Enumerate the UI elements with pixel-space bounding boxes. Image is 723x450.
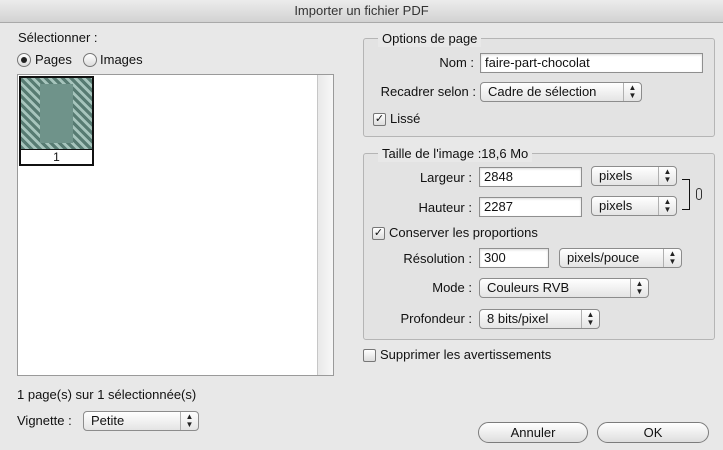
radio-pages-label[interactable]: Pages xyxy=(35,51,72,69)
thumbnail-size-value: Petite xyxy=(91,413,125,428)
page-thumbnail-selected[interactable]: 1 xyxy=(19,76,94,166)
name-label: Nom : xyxy=(439,55,474,70)
depth-select[interactable]: 8 bits/pixel ▲ ▼ xyxy=(479,309,600,329)
popup-arrows-icon: ▲ ▼ xyxy=(623,83,641,101)
page-options-legend: Options de page xyxy=(378,31,482,47)
resolution-label: Résolution : xyxy=(403,251,472,266)
depth-label: Profondeur : xyxy=(400,311,472,326)
window-title: Importer un fichier PDF xyxy=(0,0,723,23)
mode-select[interactable]: Couleurs RVB ▲ ▼ xyxy=(479,278,649,298)
mode-value: Couleurs RVB xyxy=(487,280,570,295)
width-label: Largeur : xyxy=(419,170,472,185)
image-size-legend: Taille de l'image :18,6 Mo xyxy=(378,146,533,162)
crop-label: Recadrer selon : xyxy=(380,84,476,99)
radio-images-label[interactable]: Images xyxy=(100,51,143,69)
resolution-field[interactable]: 300 xyxy=(479,248,549,268)
popup-arrows-icon: ▲ ▼ xyxy=(663,249,681,267)
crop-value: Cadre de sélection xyxy=(488,84,597,99)
popup-arrows-icon: ▲ ▼ xyxy=(658,197,676,215)
depth-value: 8 bits/pixel xyxy=(487,311,549,326)
mode-label: Mode : xyxy=(432,280,472,295)
popup-arrows-icon: ▲ ▼ xyxy=(581,310,599,328)
thumbnail-size-label: Vignette : xyxy=(17,413,72,428)
width-field[interactable]: 2848 xyxy=(479,167,582,187)
popup-arrows-icon: ▲ ▼ xyxy=(630,279,648,297)
page-thumbnail-image xyxy=(21,78,92,149)
height-label: Hauteur : xyxy=(418,200,472,215)
smooth-label[interactable]: Lissé xyxy=(390,110,420,128)
chain-link-icon xyxy=(696,188,702,200)
resolution-unit-select[interactable]: pixels/pouce ▲ ▼ xyxy=(559,248,682,268)
crop-select[interactable]: Cadre de sélection ▲ ▼ xyxy=(480,82,642,102)
height-unit-select[interactable]: pixels ▲ ▼ xyxy=(591,196,677,216)
radio-images[interactable] xyxy=(83,53,97,67)
list-scrollbar[interactable] xyxy=(317,75,333,375)
thumbnail-size-select[interactable]: Petite ▲ ▼ xyxy=(83,411,199,431)
selection-status: 1 page(s) sur 1 sélectionnée(s) xyxy=(17,387,197,402)
ok-button[interactable]: OK xyxy=(597,422,709,443)
select-legend: Sélectionner : xyxy=(14,30,102,46)
constrain-proportions-checkbox[interactable]: ✓ xyxy=(372,227,385,240)
name-field[interactable]: faire-part-chocolat xyxy=(480,53,703,73)
height-unit-value: pixels xyxy=(599,198,633,213)
proportion-link-bracket xyxy=(682,179,690,210)
height-field[interactable]: 2287 xyxy=(479,197,582,217)
radio-pages[interactable] xyxy=(17,53,31,67)
resolution-unit-value: pixels/pouce xyxy=(567,250,640,265)
suppress-warnings-checkbox[interactable] xyxy=(363,349,376,362)
suppress-warnings-label[interactable]: Supprimer les avertissements xyxy=(380,346,551,364)
cancel-button[interactable]: Annuler xyxy=(478,422,588,443)
popup-arrows-icon: ▲ ▼ xyxy=(658,167,676,185)
constrain-proportions-label[interactable]: Conserver les proportions xyxy=(389,224,538,242)
width-unit-select[interactable]: pixels ▲ ▼ xyxy=(591,166,677,186)
popup-arrows-icon: ▲ ▼ xyxy=(180,412,198,430)
page-thumbnail-number: 1 xyxy=(21,149,92,165)
import-pdf-dialog: Importer un fichier PDF Sélectionner : P… xyxy=(0,0,723,450)
smooth-checkbox[interactable]: ✓ xyxy=(373,113,386,126)
width-unit-value: pixels xyxy=(599,168,633,183)
page-thumbnail-list[interactable]: 1 xyxy=(17,74,334,376)
